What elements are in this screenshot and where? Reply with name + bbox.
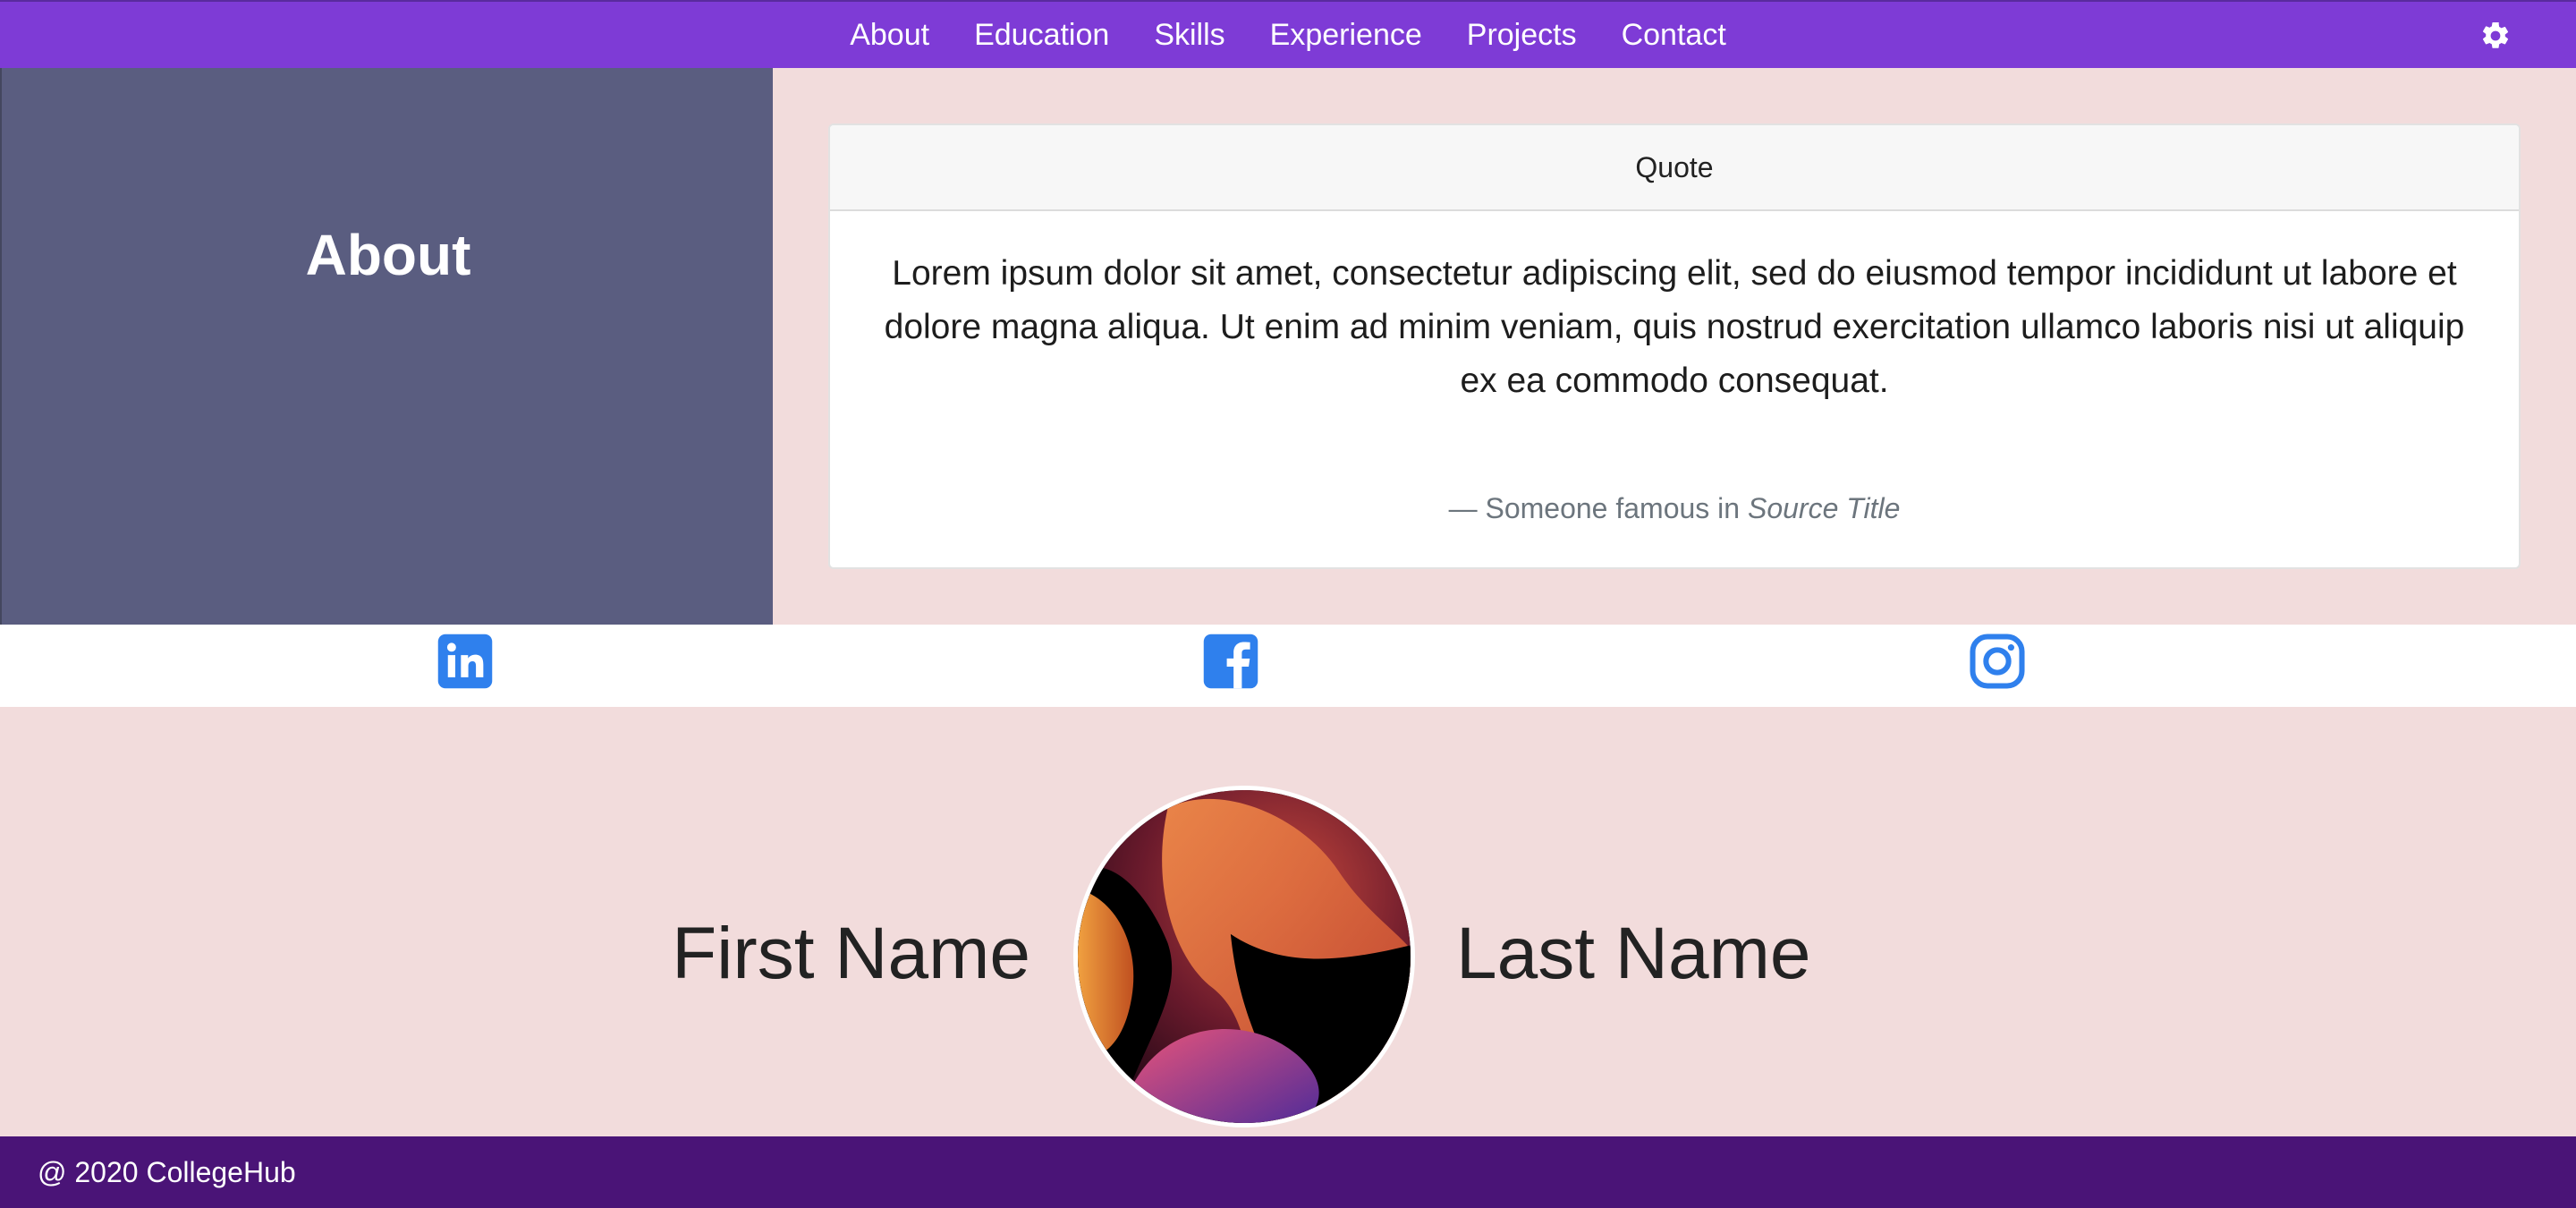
quote-attribution-prefix: — Someone famous in: [1448, 492, 1748, 524]
page-footer: @ 2020 CollegeHub: [0, 1136, 2576, 1208]
nav-link-skills[interactable]: Skills: [1131, 1, 1247, 69]
profile-section: First Name Last Name: [0, 707, 2576, 1136]
quote-card: Quote Lorem ipsum dolor sit amet, consec…: [828, 123, 2521, 569]
quote-card-header: Quote: [830, 125, 2519, 211]
linkedin-icon[interactable]: [436, 632, 495, 691]
top-navbar: About Education Skills Experience Projec…: [0, 0, 2576, 68]
first-name: First Name: [672, 913, 1030, 994]
quote-attribution: — Someone famous in Source Title: [830, 492, 2519, 525]
nav-link-experience[interactable]: Experience: [1248, 1, 1445, 69]
facebook-icon[interactable]: [1201, 632, 1260, 691]
avatar: [1073, 786, 1415, 1127]
gear-icon[interactable]: [2479, 20, 2512, 52]
nav-link-about[interactable]: About: [827, 1, 952, 69]
nav-links: About Education Skills Experience Projec…: [827, 1, 1749, 69]
about-heading: About: [305, 223, 471, 287]
nav-link-education[interactable]: Education: [952, 1, 1131, 69]
quote-source-title: Source Title: [1747, 492, 1901, 524]
quote-text: Lorem ipsum dolor sit amet, consectetur …: [884, 254, 2465, 400]
social-links-bar: [0, 625, 2576, 707]
last-name: Last Name: [1456, 913, 1811, 994]
nav-link-contact[interactable]: Contact: [1599, 1, 1749, 69]
nav-link-projects[interactable]: Projects: [1445, 1, 1599, 69]
about-content: Quote Lorem ipsum dolor sit amet, consec…: [773, 68, 2576, 625]
avatar-image: [1078, 790, 1411, 1123]
instagram-icon[interactable]: [1968, 632, 2027, 691]
copyright-text: @ 2020 CollegeHub: [38, 1156, 296, 1188]
about-sidebar: About: [0, 68, 773, 625]
